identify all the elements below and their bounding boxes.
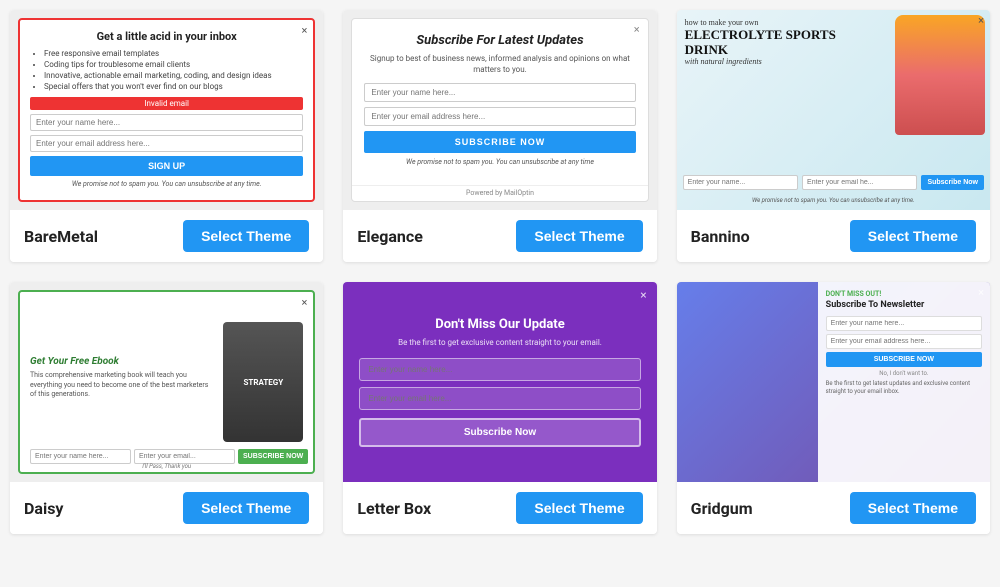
theme-name: BareMetal <box>24 227 98 246</box>
theme-grid: × Get a little acid in your inbox Free r… <box>10 10 990 534</box>
preview-title: Get Your Free Ebook <box>30 356 215 367</box>
spam-note: We promise not to spam you. You can unsu… <box>677 197 990 204</box>
theme-name: Daisy <box>24 499 63 518</box>
name-input[interactable] <box>30 114 303 131</box>
theme-footer: Daisy Select Theme <box>10 482 323 534</box>
preview-subtitle: Signup to best of business news, informe… <box>364 53 635 75</box>
preview-letterbox: × Don't Miss Our Update Be the first to … <box>343 282 656 482</box>
theme-card-daisy: × Get Your Free Ebook This comprehensive… <box>10 282 323 534</box>
preview-title: Don't Miss Our Update <box>435 317 564 332</box>
theme-card-baremetal: × Get a little acid in your inbox Free r… <box>10 10 323 262</box>
theme-card-elegance: × Subscribe For Latest Updates Signup to… <box>343 10 656 262</box>
preview-bullets: Free responsive email templates Coding t… <box>44 49 303 91</box>
select-theme-button[interactable]: Select Theme <box>516 220 642 252</box>
dont-miss-label: DON'T MISS OUT! <box>826 290 982 298</box>
select-theme-button[interactable]: Select Theme <box>183 492 309 524</box>
preview-title: Subscribe To Newsletter <box>826 300 982 311</box>
theme-footer: Gridgum Select Theme <box>677 482 990 534</box>
preview-text: how to make your own ELECTROLYTE SPORTS … <box>685 18 857 67</box>
close-icon[interactable]: × <box>634 23 640 36</box>
close-icon[interactable]: × <box>978 14 984 27</box>
select-theme-button[interactable]: Select Theme <box>850 220 976 252</box>
overlay-panel: DON'T MISS OUT! Subscribe To Newsletter … <box>818 282 990 482</box>
powered-by: Powered by MailOptin <box>352 185 647 197</box>
theme-footer: BareMetal Select Theme <box>10 210 323 262</box>
select-theme-button[interactable]: Select Theme <box>516 492 642 524</box>
email-input[interactable] <box>364 107 635 126</box>
name-input[interactable] <box>30 449 131 464</box>
theme-footer: Letter Box Select Theme <box>343 482 656 534</box>
theme-name: Bannino <box>691 227 750 246</box>
theme-name: Elegance <box>357 227 423 246</box>
subscribe-button[interactable]: Subscribe Now <box>359 418 640 447</box>
email-input[interactable] <box>359 387 640 410</box>
preview-title: Subscribe For Latest Updates <box>416 33 583 48</box>
close-icon[interactable]: × <box>640 288 646 302</box>
preview-daisy: × Get Your Free Ebook This comprehensive… <box>10 282 323 482</box>
signup-button[interactable]: SIGN UP <box>30 156 303 176</box>
book-image: STRATEGY <box>223 322 303 442</box>
subscribe-button[interactable]: SUBSCRIBE NOW <box>826 352 982 367</box>
name-input[interactable] <box>826 316 982 331</box>
preview-title: Get a little acid in your inbox <box>30 30 303 43</box>
close-icon[interactable]: × <box>301 296 307 309</box>
subscribe-button[interactable]: Subscribe Now <box>921 175 984 190</box>
theme-footer: Elegance Select Theme <box>343 210 656 262</box>
spam-note: We promise not to spam you. You can unsu… <box>406 158 594 166</box>
bottom-text: Be the first to get latest updates and e… <box>826 380 982 396</box>
select-theme-button[interactable]: Select Theme <box>850 492 976 524</box>
name-input[interactable] <box>364 83 635 102</box>
preview-baremetal: × Get a little acid in your inbox Free r… <box>10 10 323 210</box>
select-theme-button[interactable]: Select Theme <box>183 220 309 252</box>
preview-desc: This comprehensive marketing book will t… <box>30 371 215 400</box>
spam-note: We promise not to spam you. You can unsu… <box>30 180 303 188</box>
theme-name: Letter Box <box>357 499 431 518</box>
email-input[interactable] <box>134 449 235 464</box>
preview-subtitle: Be the first to get exclusive content st… <box>398 337 602 348</box>
close-icon[interactable]: × <box>301 24 307 37</box>
subscribe-button[interactable]: SUBSCRIBE NOW <box>364 131 635 153</box>
preview-gridgum: × DON'T MISS OUT! Subscribe To Newslette… <box>677 282 990 482</box>
preview-elegance: × Subscribe For Latest Updates Signup to… <box>343 10 656 210</box>
theme-card-gridgum: × DON'T MISS OUT! Subscribe To Newslette… <box>677 282 990 534</box>
name-input[interactable] <box>359 358 640 381</box>
preview-bannino: × how to make your own ELECTROLYTE SPORT… <box>677 10 990 210</box>
input-row: SUBSCRIBE NOW <box>30 449 303 464</box>
email-input[interactable] <box>802 175 917 190</box>
theme-card-bannino: × how to make your own ELECTROLYTE SPORT… <box>677 10 990 262</box>
email-input[interactable] <box>826 334 982 349</box>
invalid-label: Invalid email <box>30 97 303 110</box>
close-icon[interactable]: × <box>978 286 984 299</box>
theme-name: Gridgum <box>691 499 753 518</box>
no-thanks[interactable]: I'll Pass, Thank you <box>20 463 313 470</box>
email-input[interactable] <box>30 135 303 152</box>
input-row: Subscribe Now <box>683 175 984 190</box>
theme-footer: Bannino Select Theme <box>677 210 990 262</box>
name-input[interactable] <box>683 175 798 190</box>
no-thanks[interactable]: No, I don't want to. <box>826 370 982 377</box>
subscribe-button[interactable]: SUBSCRIBE NOW <box>238 449 308 464</box>
theme-card-letterbox: × Don't Miss Our Update Be the first to … <box>343 282 656 534</box>
drink-image <box>895 15 985 135</box>
preview-left: Get Your Free Ebook This comprehensive m… <box>30 356 215 408</box>
